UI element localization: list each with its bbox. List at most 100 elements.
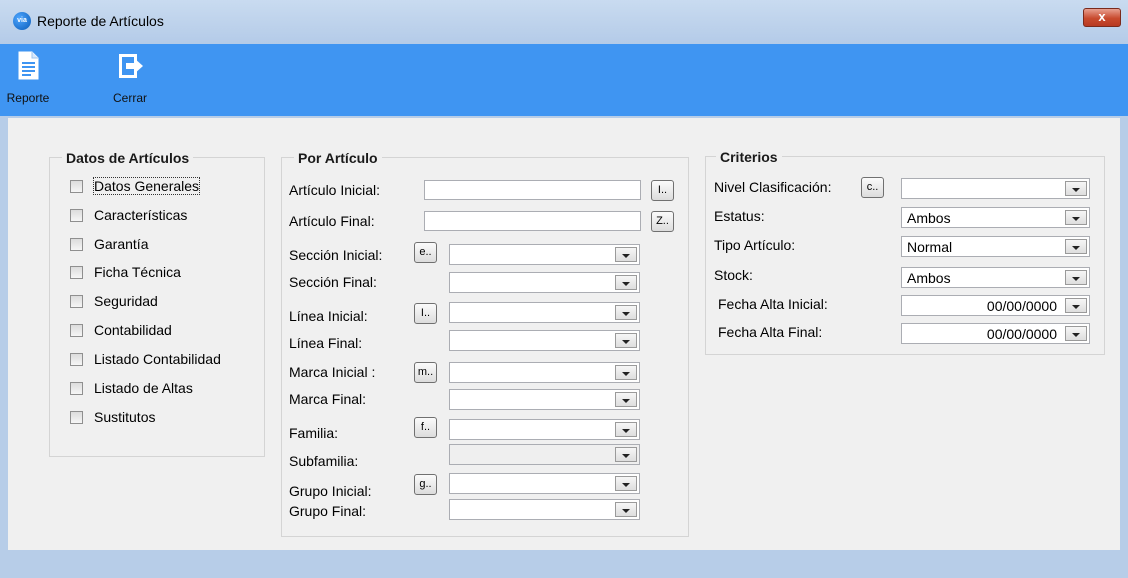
linea-inicial-label: Línea Inicial: <box>289 308 368 324</box>
seccion-final-label: Sección Final: <box>289 274 377 290</box>
articulo-final-search-button[interactable]: Z.. <box>651 211 674 232</box>
reporte-button[interactable]: Reporte <box>2 50 54 105</box>
dropdown-arrow-icon[interactable] <box>1065 298 1087 313</box>
grupo-final-select[interactable] <box>449 499 640 520</box>
criterios-title: Criterios <box>716 149 782 165</box>
exit-arrow-icon <box>119 54 143 78</box>
stock-label: Stock: <box>714 267 753 283</box>
linea-final-select[interactable] <box>449 330 640 351</box>
datos-articulos-group: Datos de Artículos Datos Generales Carac… <box>49 150 265 457</box>
dropdown-arrow-icon[interactable] <box>1065 270 1087 285</box>
grupo-inicial-label: Grupo Inicial: <box>289 483 372 499</box>
dropdown-arrow-icon[interactable] <box>1065 181 1087 196</box>
client-area: Datos de Artículos Datos Generales Carac… <box>8 118 1120 550</box>
marca-inicial-label: Marca Inicial : <box>289 364 376 380</box>
title-bar: via Reporte de Artículos x <box>0 0 1128 45</box>
reporte-label: Reporte <box>6 91 50 105</box>
checkbox-label: Características <box>94 207 188 223</box>
date-value: 00/00/0000 <box>986 298 1057 314</box>
criterios-group: Criterios Nivel Clasificación: c.. Estat… <box>705 149 1105 355</box>
nivel-clasificacion-label: Nivel Clasificación: <box>714 179 832 195</box>
checkbox-box[interactable] <box>70 353 83 366</box>
checkbox-label: Listado Contabilidad <box>94 351 221 367</box>
date-value: 00/00/0000 <box>986 326 1057 342</box>
app-logo-icon: via <box>13 12 31 30</box>
toolbar: Reporte Cerrar <box>0 44 1128 116</box>
checkbox-box[interactable] <box>70 209 83 222</box>
dropdown-arrow-icon[interactable] <box>615 447 637 462</box>
checkbox-box[interactable] <box>70 324 83 337</box>
document-icon <box>18 51 39 80</box>
dropdown-arrow-icon[interactable] <box>615 247 637 262</box>
articulo-inicial-label: Artículo Inicial: <box>289 182 381 198</box>
checkbox-box[interactable] <box>70 266 83 279</box>
dropdown-arrow-icon[interactable] <box>1065 239 1087 254</box>
dropdown-arrow-icon[interactable] <box>1065 210 1087 225</box>
checkbox-label: Datos Generales <box>92 177 201 195</box>
familia-select[interactable] <box>449 419 640 440</box>
cerrar-button[interactable]: Cerrar <box>110 50 150 105</box>
familia-label: Familia: <box>289 425 339 441</box>
linea-final-label: Línea Final: <box>289 335 363 351</box>
dropdown-arrow-icon[interactable] <box>615 476 637 491</box>
nivel-clasificacion-search-button[interactable]: c.. <box>861 177 884 198</box>
stock-select[interactable]: Ambos <box>901 267 1090 288</box>
tipo-articulo-select[interactable]: Normal <box>901 236 1090 257</box>
checkbox-label: Ficha Técnica <box>94 264 181 280</box>
checkbox-label: Sustitutos <box>94 409 156 425</box>
familia-search-button[interactable]: f.. <box>414 417 437 438</box>
checkbox-label: Garantía <box>94 236 149 252</box>
fecha-alta-final-label: Fecha Alta Final: <box>718 324 823 340</box>
grupo-final-label: Grupo Final: <box>289 503 367 519</box>
checkbox-box[interactable] <box>70 411 83 424</box>
articulo-inicial-search-button[interactable]: I.. <box>651 180 674 201</box>
subfamilia-label: Subfamilia: <box>289 453 359 469</box>
seccion-final-select[interactable] <box>449 272 640 293</box>
checkbox-box[interactable] <box>70 238 83 251</box>
dropdown-arrow-icon[interactable] <box>1065 326 1087 341</box>
seccion-inicial-search-button[interactable]: e.. <box>414 242 437 263</box>
linea-inicial-select[interactable] <box>449 302 640 323</box>
articulo-final-input[interactable] <box>424 211 641 231</box>
checkbox-label: Listado de Altas <box>94 380 193 396</box>
select-value: Ambos <box>907 270 951 286</box>
por-articulo-title: Por Artículo <box>294 150 382 166</box>
grupo-inicial-select[interactable] <box>449 473 640 494</box>
dropdown-arrow-icon[interactable] <box>615 502 637 517</box>
datos-articulos-title: Datos de Artículos <box>62 150 194 166</box>
dropdown-arrow-icon[interactable] <box>615 305 637 320</box>
cerrar-label: Cerrar <box>112 91 147 105</box>
por-articulo-group: Por Artículo Artículo Inicial: I.. Artíc… <box>281 150 689 537</box>
marca-final-select[interactable] <box>449 389 640 410</box>
articulo-final-label: Artículo Final: <box>289 213 375 229</box>
fecha-alta-inicial-datepicker[interactable]: 00/00/0000 <box>901 295 1090 316</box>
subfamilia-select[interactable] <box>449 444 640 465</box>
estatus-select[interactable]: Ambos <box>901 207 1090 228</box>
checkbox-box[interactable] <box>70 295 83 308</box>
seccion-inicial-select[interactable] <box>449 244 640 265</box>
tipo-articulo-label: Tipo Artículo: <box>714 237 796 253</box>
fecha-alta-inicial-label: Fecha Alta Inicial: <box>718 296 828 312</box>
marca-inicial-search-button[interactable]: m.. <box>414 362 437 383</box>
checkbox-box[interactable] <box>70 180 83 193</box>
dropdown-arrow-icon[interactable] <box>615 392 637 407</box>
checkbox-label: Seguridad <box>94 293 158 309</box>
close-window-button[interactable]: x <box>1083 8 1121 27</box>
dropdown-arrow-icon[interactable] <box>615 422 637 437</box>
checkbox-label: Contabilidad <box>94 322 172 338</box>
estatus-label: Estatus: <box>714 208 765 224</box>
articulo-inicial-input[interactable] <box>424 180 641 200</box>
grupo-inicial-search-button[interactable]: g.. <box>414 474 437 495</box>
select-value: Ambos <box>907 210 951 226</box>
marca-inicial-select[interactable] <box>449 362 640 383</box>
nivel-clasificacion-select[interactable] <box>901 178 1090 199</box>
checkbox-box[interactable] <box>70 382 83 395</box>
linea-inicial-search-button[interactable]: I.. <box>414 303 437 324</box>
dropdown-arrow-icon[interactable] <box>615 275 637 290</box>
seccion-inicial-label: Sección Inicial: <box>289 247 383 263</box>
dropdown-arrow-icon[interactable] <box>615 365 637 380</box>
select-value: Normal <box>907 239 953 255</box>
fecha-alta-final-datepicker[interactable]: 00/00/0000 <box>901 323 1090 344</box>
dropdown-arrow-icon[interactable] <box>615 333 637 348</box>
marca-final-label: Marca Final: <box>289 391 367 407</box>
